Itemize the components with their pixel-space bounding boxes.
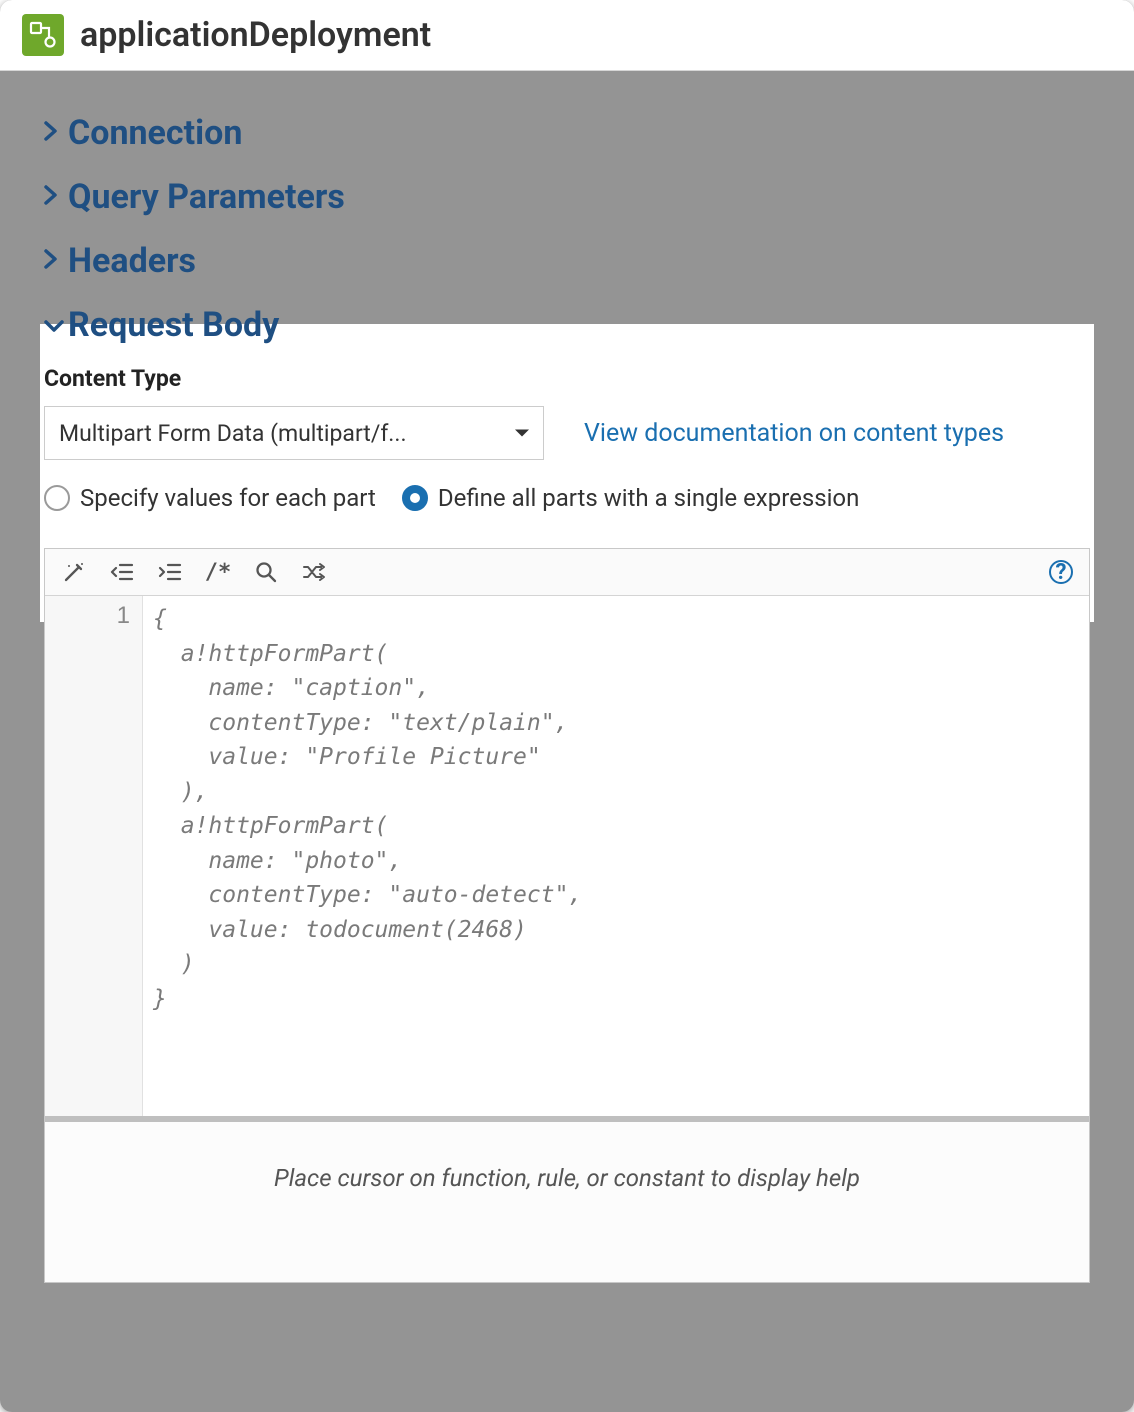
outdent-icon[interactable] bbox=[109, 559, 135, 585]
section-title: Connection bbox=[68, 113, 242, 153]
editor-hint: Place cursor on function, rule, or const… bbox=[45, 1122, 1089, 1282]
content-type-select[interactable]: Multipart Form Data (multipart/f... bbox=[44, 406, 544, 460]
radio-define-all[interactable]: Define all parts with a single expressio… bbox=[402, 484, 860, 512]
content-type-value: Multipart Form Data (multipart/f... bbox=[59, 420, 407, 447]
radio-icon bbox=[44, 485, 70, 511]
request-body-content: Content Type Multipart Form Data (multip… bbox=[44, 357, 1090, 532]
indent-icon[interactable] bbox=[157, 559, 183, 585]
expression-editor: /* ? 1 { a!httpFormPart( name: "caption" bbox=[44, 548, 1090, 1283]
chevron-right-icon bbox=[44, 247, 62, 275]
section-query-parameters[interactable]: Query Parameters bbox=[44, 165, 1090, 229]
section-title: Query Parameters bbox=[68, 177, 345, 217]
shuffle-icon[interactable] bbox=[301, 559, 327, 585]
line-number: 1 bbox=[51, 602, 130, 630]
content-type-label: Content Type bbox=[44, 365, 1090, 392]
line-gutter: 1 bbox=[45, 596, 143, 1116]
documentation-link[interactable]: View documentation on content types bbox=[584, 419, 1004, 448]
section-connection[interactable]: Connection bbox=[44, 101, 1090, 165]
section-request-body[interactable]: Request Body bbox=[44, 293, 1090, 357]
chevron-down-icon bbox=[44, 311, 62, 339]
radio-specify-each[interactable]: Specify values for each part bbox=[44, 484, 376, 512]
magic-wand-icon[interactable] bbox=[61, 559, 87, 585]
radio-icon bbox=[402, 485, 428, 511]
help-icon[interactable]: ? bbox=[1049, 560, 1073, 584]
section-title: Request Body bbox=[68, 305, 279, 345]
radio-label: Define all parts with a single expressio… bbox=[438, 484, 860, 512]
comment-icon[interactable]: /* bbox=[205, 559, 231, 585]
section-title: Headers bbox=[68, 241, 196, 281]
chevron-right-icon bbox=[44, 119, 62, 147]
section-headers[interactable]: Headers bbox=[44, 229, 1090, 293]
code-editor-text[interactable]: { a!httpFormPart( name: "caption", conte… bbox=[143, 596, 1089, 1116]
app-icon bbox=[22, 14, 64, 56]
chevron-right-icon bbox=[44, 183, 62, 211]
editor-toolbar: /* ? bbox=[45, 549, 1089, 596]
page-title: applicationDeployment bbox=[80, 15, 431, 55]
radio-label: Specify values for each part bbox=[80, 484, 376, 512]
header-bar: applicationDeployment bbox=[0, 0, 1134, 71]
search-icon[interactable] bbox=[253, 559, 279, 585]
